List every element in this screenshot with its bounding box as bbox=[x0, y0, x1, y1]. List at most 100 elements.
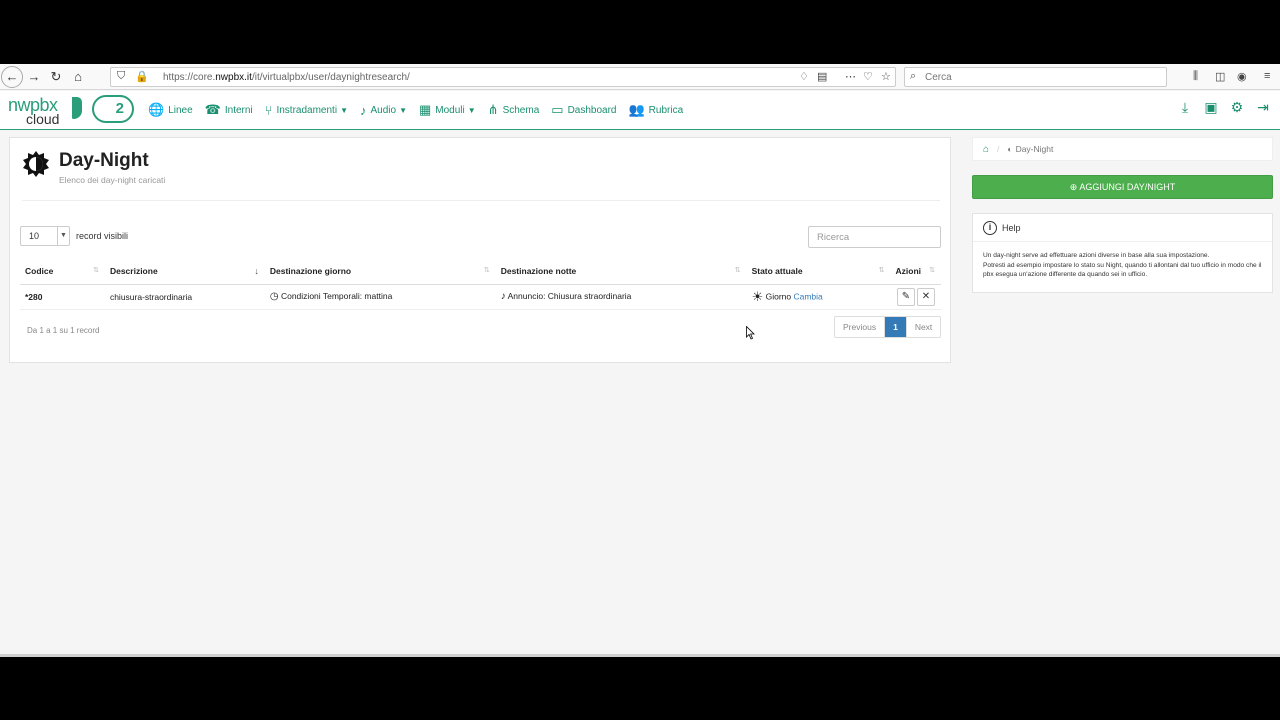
sort-desc-icon: ↓ bbox=[254, 266, 259, 276]
reader-icon[interactable]: ▤ bbox=[817, 70, 827, 83]
info-icon: i bbox=[983, 220, 997, 235]
column-header-day-destination[interactable]: Destinazione giorno ⇅ bbox=[264, 258, 496, 285]
library-icon[interactable]: ⫼ bbox=[1193, 70, 1198, 83]
change-state-link[interactable]: Cambia bbox=[793, 291, 822, 301]
app-header: nwpbx cloud 2 🌐 Linee ☎ Interni ⑂ Instradamen… bbox=[0, 91, 1280, 130]
users-icon: 👥 bbox=[628, 102, 645, 117]
sun-icon: ☀ bbox=[751, 288, 764, 304]
chevron-down-icon: ▼ bbox=[467, 105, 476, 115]
lightbulb-icon[interactable]: ♢ bbox=[799, 70, 809, 83]
music-icon: ♪ bbox=[359, 102, 367, 118]
route-icon: ⑂ bbox=[264, 102, 273, 118]
sort-icon: ⇅ bbox=[483, 267, 490, 274]
cloud-version-icon: 2 bbox=[92, 95, 134, 123]
help-panel: i Help Un day-night serve ad effettuare … bbox=[972, 213, 1273, 293]
back-arrow-icon[interactable]: ← bbox=[1, 65, 23, 88]
delete-button[interactable]: ✕ bbox=[917, 287, 935, 306]
lock-icon: 🔒 bbox=[135, 71, 149, 83]
menu-item-schema[interactable]: ⋔ Schema bbox=[488, 102, 540, 118]
table-info: Da 1 a 1 su 1 record bbox=[27, 326, 100, 335]
url-text: https://core.nwpbx.it/it/virtualpbx/user… bbox=[163, 71, 410, 83]
column-header-actions[interactable]: Azioni ⇅ bbox=[890, 258, 941, 285]
menu-item-linee[interactable]: 🌐 Linee bbox=[148, 102, 193, 118]
table-header-row: Codice ⇅ Descrizione ↓ Destinazione giorno… bbox=[20, 258, 941, 285]
cell-day-destination: ◷ Condizioni Temporali: mattina bbox=[264, 284, 496, 310]
nwpbx-logo[interactable]: nwpbx cloud bbox=[8, 95, 88, 127]
main-menu: 🌐 Linee ☎ Interni ⑂ Instradamenti ▼ ♪ Audio ▼ ▦ Mod… bbox=[148, 91, 695, 129]
day-night-table: Codice ⇅ Descrizione ↓ Destinazione giorno… bbox=[20, 258, 941, 310]
browser-toolbar: ← → ↻ ⌂ ⛉ 🔒 https://core.nwpbx.it/it/vir… bbox=[0, 64, 1280, 90]
sitemap-icon: ⋔ bbox=[487, 102, 499, 117]
sort-icon: ⇅ bbox=[878, 267, 885, 274]
browser-search-input[interactable]: ⌕ Cerca bbox=[904, 67, 1167, 87]
sort-icon: ⇅ bbox=[734, 267, 741, 274]
records-per-page-label: record visibili bbox=[76, 231, 129, 241]
grid-icon: ▦ bbox=[418, 102, 432, 117]
pagination: Previous 1 Next bbox=[834, 316, 942, 338]
menu-item-label: Audio bbox=[370, 104, 397, 116]
column-header-state[interactable]: Stato attuale ⇅ bbox=[746, 258, 891, 285]
table-row: *280 chiusura-straordinaria ◷ Condizioni… bbox=[20, 284, 941, 310]
home-icon[interactable]: ⌂ bbox=[67, 66, 89, 88]
bookmark-star-icon[interactable]: ☆ bbox=[881, 70, 891, 83]
column-header-night-destination[interactable]: Destinazione notte ⇅ bbox=[495, 258, 747, 285]
close-icon: ✕ bbox=[921, 290, 931, 302]
browser-viewport: ← → ↻ ⌂ ⛉ 🔒 https://core.nwpbx.it/it/vir… bbox=[0, 64, 1280, 654]
phone-icon: ☎ bbox=[204, 102, 221, 117]
column-header-description[interactable]: Descrizione ↓ bbox=[104, 258, 265, 285]
cell-state: ☀ Giorno Cambia bbox=[746, 284, 891, 310]
next-page-button[interactable]: Next bbox=[907, 317, 940, 337]
column-header-code[interactable]: Codice ⇅ bbox=[20, 258, 105, 285]
shield-icon: ⛉ bbox=[117, 70, 126, 82]
gear-icon[interactable]: ⚙ bbox=[1224, 99, 1250, 116]
monitor-icon: ▭ bbox=[551, 102, 564, 117]
pocket-icon[interactable]: ♡ bbox=[863, 70, 873, 83]
page-1-button[interactable]: 1 bbox=[884, 317, 907, 337]
download-icon[interactable]: ⤓ bbox=[1172, 99, 1198, 116]
pdf-icon[interactable]: ▣ bbox=[1198, 99, 1224, 116]
add-day-night-button[interactable]: ⊕ AGGIUNGI DAY/NIGHT bbox=[972, 175, 1273, 199]
breadcrumb-current: Day-Night bbox=[1015, 144, 1054, 154]
day-night-panel: Day-Night Elenco dei day-night caricati … bbox=[9, 137, 951, 363]
menu-item-rubrica[interactable]: 👥 Rubrica bbox=[628, 102, 683, 118]
mouse-cursor-icon bbox=[746, 326, 755, 340]
home-icon[interactable]: ⌂ bbox=[983, 144, 989, 155]
menu-item-audio[interactable]: ♪ Audio ▼ bbox=[360, 103, 407, 118]
more-icon[interactable]: ⋯ bbox=[845, 70, 856, 83]
table-search-input[interactable]: Ricerca bbox=[808, 226, 941, 248]
reload-icon[interactable]: ↻ bbox=[45, 66, 67, 88]
records-per-page-select[interactable]: 10 ▼ bbox=[20, 226, 70, 246]
day-night-small-icon: ◐ bbox=[1007, 144, 1013, 154]
cell-actions: ✎ ✕ bbox=[890, 284, 941, 310]
address-bar[interactable]: ⛉ 🔒 https://core.nwpbx.it/it/virtualpbx/… bbox=[110, 67, 896, 87]
logout-icon[interactable]: ⇥ bbox=[1250, 99, 1276, 116]
cell-night-destination: ♪ Annuncio: Chiusura straordinaria bbox=[495, 284, 747, 310]
menu-item-instradamenti[interactable]: ⑂ Instradamenti ▼ bbox=[265, 103, 348, 118]
previous-page-button[interactable]: Previous bbox=[835, 317, 884, 337]
sort-icon: ⇅ bbox=[93, 267, 99, 274]
menu-item-moduli[interactable]: ▦ Moduli ▼ bbox=[419, 102, 476, 118]
help-text: Un day-night serve ad effettuare azioni … bbox=[983, 252, 1262, 279]
menu-item-dashboard[interactable]: ▭ Dashboard bbox=[551, 102, 616, 118]
sidebar-icon[interactable]: ◫ bbox=[1215, 70, 1225, 83]
menu-item-interni[interactable]: ☎ Interni bbox=[205, 102, 253, 118]
divider bbox=[22, 200, 940, 201]
globe-icon: 🌐 bbox=[148, 102, 165, 117]
edit-button[interactable]: ✎ bbox=[897, 287, 915, 306]
menu-item-label: Instradamenti bbox=[276, 104, 338, 116]
browser-search-placeholder: Cerca bbox=[925, 71, 952, 83]
bottom-strip bbox=[0, 654, 1280, 657]
account-icon[interactable]: ◉ bbox=[1237, 70, 1247, 83]
menu-item-label: Moduli bbox=[435, 104, 465, 116]
hamburger-menu-icon[interactable]: ≡ bbox=[1264, 70, 1270, 82]
pencil-icon: ✎ bbox=[901, 290, 911, 302]
music-note-icon: ♪ bbox=[500, 291, 506, 302]
page-subtitle: Elenco dei day-night caricati bbox=[59, 175, 166, 185]
chevron-down-icon: ▼ bbox=[399, 105, 407, 115]
forward-arrow-icon[interactable]: → bbox=[23, 66, 45, 88]
help-header: i Help bbox=[973, 214, 1272, 242]
page-title: Day-Night bbox=[59, 150, 149, 171]
sort-icon: ⇅ bbox=[929, 267, 935, 274]
breadcrumb: ⌂ / ◐ Day-Night bbox=[972, 137, 1273, 161]
menu-item-label: Rubrica bbox=[648, 104, 684, 116]
